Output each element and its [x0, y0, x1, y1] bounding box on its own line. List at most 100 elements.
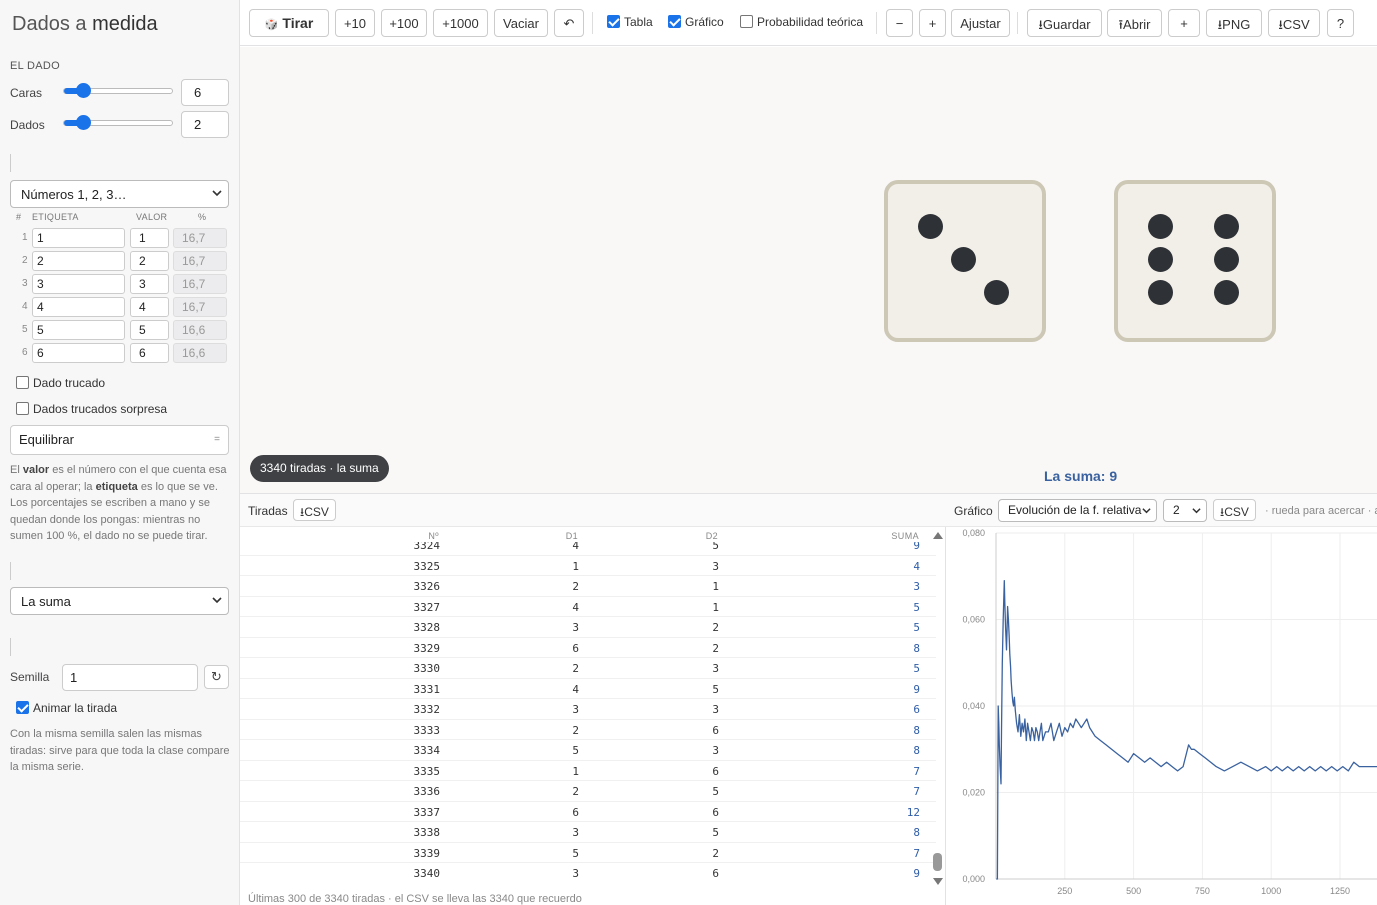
- operation-select-value: La suma: [21, 594, 71, 609]
- face-label-input[interactable]: 5: [32, 320, 125, 340]
- face-value-input[interactable]: 6: [130, 343, 169, 363]
- face-label-input[interactable]: 2: [32, 251, 125, 271]
- surprise-dice-checkbox[interactable]: [16, 402, 29, 415]
- show-chart-toggle[interactable]: Gráfico: [668, 15, 724, 29]
- animate-toggle[interactable]: Animar la tirada: [16, 701, 117, 715]
- seed-input[interactable]: 1: [62, 664, 198, 691]
- cell-number: 3332: [413, 703, 441, 716]
- loaded-die-checkbox[interactable]: [16, 376, 29, 389]
- faces-slider[interactable]: [63, 83, 173, 98]
- relative-frequency-chart[interactable]: 0,000 0,020 0,040 0,060 0,080 250 500 750 1000 12…: [946, 528, 1377, 905]
- scroll-down-icon[interactable]: [933, 878, 943, 885]
- surprise-dice-label: Dados trucados sorpresa: [33, 402, 168, 416]
- clear-button[interactable]: Vaciar: [494, 9, 548, 37]
- face-percent-input[interactable]: 16,6: [173, 343, 227, 363]
- face-percent-input[interactable]: 16,7: [173, 251, 227, 271]
- face-value-input[interactable]: 1: [130, 228, 169, 248]
- balance-button[interactable]: Equilibrar =: [10, 425, 229, 455]
- face-label-input[interactable]: 1: [32, 228, 125, 248]
- cell-sum: 7: [913, 764, 920, 778]
- export-csv-button[interactable]: ⭳CSV: [1268, 9, 1320, 37]
- cell-sum: 8: [913, 641, 920, 655]
- cell-d1: 1: [572, 764, 579, 778]
- faces-slider-thumb[interactable]: [76, 83, 91, 98]
- section-die-heading: EL DADO: [10, 60, 60, 72]
- chart-panel-title: Gráfico: [954, 504, 993, 518]
- face-percent-input[interactable]: 16,7: [173, 297, 227, 317]
- divider: [10, 638, 11, 656]
- surprise-dice-toggle[interactable]: Dados trucados sorpresa: [16, 402, 167, 416]
- cell-number: 3331: [413, 682, 441, 696]
- table-row: 3326 2 1 3: [240, 576, 936, 597]
- open-button[interactable]: ⭱Abrir: [1107, 9, 1162, 37]
- dice-stage[interactable]: 3340 tiradas · la suma La suma: 9: [240, 47, 1377, 493]
- operation-select[interactable]: La suma: [10, 587, 229, 615]
- cell-d2: 1: [712, 580, 719, 593]
- faces-number-input[interactable]: 6: [181, 79, 229, 106]
- cell-sum: 9: [913, 542, 920, 552]
- roll-10-button[interactable]: +10: [335, 9, 375, 37]
- roll-1000-button[interactable]: +1000: [433, 9, 488, 37]
- roll-button[interactable]: 🎲 Tirar: [249, 9, 329, 37]
- cell-sum: 3: [913, 580, 920, 593]
- face-index: 5: [22, 324, 28, 335]
- help-button[interactable]: ?: [1327, 9, 1354, 37]
- face-value-input[interactable]: 5: [130, 320, 169, 340]
- y-tick-label: 0,000: [962, 874, 985, 884]
- face-percent-input[interactable]: 16,7: [173, 228, 227, 248]
- show-chart-checkbox[interactable]: [668, 15, 681, 28]
- face-label-input[interactable]: 4: [32, 297, 125, 317]
- col-number: Nº: [428, 531, 439, 541]
- roll-100-button[interactable]: +100: [381, 9, 427, 37]
- cell-d2: 2: [712, 846, 719, 860]
- rolls-csv-button[interactable]: ⭳CSV: [293, 499, 336, 521]
- undo-button[interactable]: ↶: [554, 9, 584, 37]
- die-pip: [1148, 214, 1173, 239]
- table-row: 3338 3 5 8: [240, 822, 936, 843]
- scroll-up-icon[interactable]: [933, 532, 943, 539]
- cell-d2: 1: [712, 600, 719, 614]
- face-value-input[interactable]: 2: [130, 251, 169, 271]
- export-png-button[interactable]: ⭳PNG: [1206, 9, 1262, 37]
- table-row: 3336 2 5 7: [240, 781, 936, 802]
- table-row: 3328 3 2 5: [240, 617, 936, 638]
- preset-select[interactable]: Números 1, 2, 3…: [10, 180, 229, 208]
- scrollbar-thumb[interactable]: [933, 853, 942, 871]
- cell-d2: 5: [712, 826, 719, 839]
- fit-button[interactable]: Ajustar: [951, 9, 1010, 37]
- chart-csv-button[interactable]: ⭳CSV: [1213, 499, 1256, 521]
- cell-number: 3336: [413, 785, 441, 798]
- add-button[interactable]: +: [1168, 9, 1200, 37]
- face-percent-input[interactable]: 16,7: [173, 274, 227, 294]
- theory-toggle[interactable]: Probabilidad teórica: [740, 15, 863, 29]
- cell-d1: 6: [572, 805, 579, 819]
- cell-d2: 5: [712, 682, 719, 696]
- dice-number-input[interactable]: 2: [181, 111, 229, 138]
- cell-number: 3330: [413, 662, 441, 675]
- cell-d1: 6: [572, 641, 579, 655]
- rolls-table-body[interactable]: 3324 4 5 9 3325 1 3 4 3326 2 1 3 3327 4 1 5 3328 3 2 5 3329 6…: [240, 542, 940, 882]
- face-label-input[interactable]: 6: [32, 343, 125, 363]
- show-table-toggle[interactable]: Tabla: [607, 15, 653, 29]
- face-value-input[interactable]: 4: [130, 297, 169, 317]
- chevron-down-icon: [1192, 508, 1201, 514]
- face-value-input[interactable]: 3: [130, 274, 169, 294]
- animate-checkbox[interactable]: [16, 701, 29, 714]
- dice-slider-thumb[interactable]: [76, 115, 91, 130]
- cell-d1: 3: [572, 703, 579, 716]
- chart-outcome-select[interactable]: 2: [1163, 499, 1207, 522]
- show-table-checkbox[interactable]: [607, 15, 620, 28]
- col-d2: D2: [705, 531, 718, 541]
- save-button[interactable]: ⭳Guardar: [1027, 9, 1102, 37]
- refresh-seed-button[interactable]: ↻: [204, 665, 229, 689]
- cell-number: 3339: [413, 846, 441, 860]
- zoom-in-button[interactable]: +: [919, 9, 946, 37]
- die-pip: [918, 214, 943, 239]
- theory-checkbox[interactable]: [740, 15, 753, 28]
- face-percent-input[interactable]: 16,6: [173, 320, 227, 340]
- loaded-die-toggle[interactable]: Dado trucado: [16, 376, 105, 390]
- dice-slider[interactable]: [63, 115, 173, 130]
- chart-mode-select[interactable]: Evolución de la f. relativa: [998, 499, 1157, 522]
- zoom-out-button[interactable]: −: [886, 9, 913, 37]
- face-label-input[interactable]: 3: [32, 274, 125, 294]
